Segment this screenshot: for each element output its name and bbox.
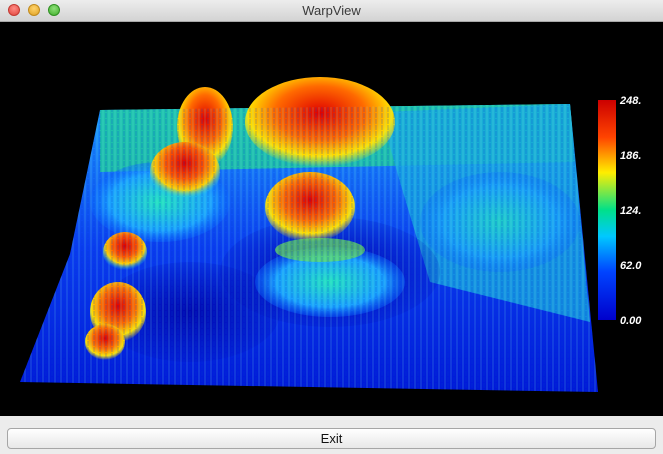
legend-label-2: 186. <box>620 150 641 162</box>
app-window: WarpView 248. 186. 124. 62.0 0.00 Exit <box>0 0 663 454</box>
exit-button[interactable]: Exit <box>7 428 656 449</box>
title-bar: WarpView <box>0 0 663 22</box>
legend-label-min: 0.00 <box>620 315 642 327</box>
color-legend: 248. 186. 124. 62.0 0.00 <box>598 95 642 327</box>
window-title: WarpView <box>302 3 361 18</box>
warp-render-canvas[interactable]: 248. 186. 124. 62.0 0.00 <box>0 22 663 416</box>
terrain-texture <box>20 104 598 392</box>
bottom-bar: Exit <box>0 416 663 454</box>
surface-plot: 248. 186. 124. 62.0 0.00 <box>20 77 642 392</box>
legend-label-3: 124. <box>620 205 641 217</box>
terrain-surface <box>20 77 598 392</box>
legend-label-max: 248. <box>619 95 641 107</box>
color-legend-bar <box>598 100 616 320</box>
legend-label-4: 62.0 <box>620 260 642 272</box>
